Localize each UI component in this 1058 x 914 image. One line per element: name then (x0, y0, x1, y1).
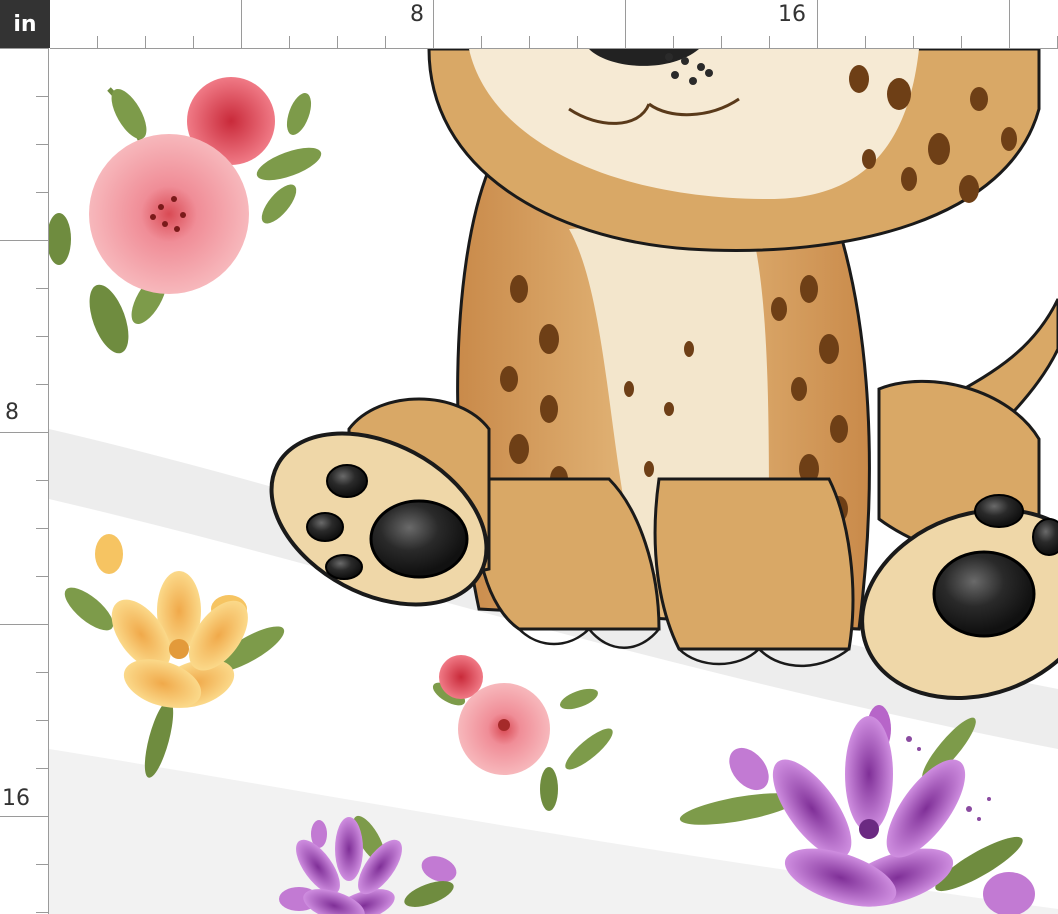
ruler-tick (36, 384, 48, 385)
ruler-tick (36, 768, 48, 769)
ruler-tick (481, 36, 482, 48)
ruler-tick (36, 864, 48, 865)
ruler-tick (0, 816, 48, 817)
ruler-tick (721, 36, 722, 48)
ruler-tick (241, 0, 242, 48)
ruler-tick (913, 36, 914, 48)
ruler-tick (673, 36, 674, 48)
ruler-tick (961, 36, 962, 48)
ruler-tick (97, 36, 98, 48)
ruler-tick (337, 36, 338, 48)
top-ruler: 8 16 (50, 0, 1058, 49)
ruler-tick (0, 432, 48, 433)
ruler-tick (529, 36, 530, 48)
ruler-tick (1009, 0, 1010, 48)
ruler-tick (385, 36, 386, 48)
fabric-artwork (49, 49, 1058, 914)
ruler-tick (577, 36, 578, 48)
ruler-tick (36, 192, 48, 193)
ruler-tick (36, 912, 48, 913)
ruler-tick (193, 36, 194, 48)
ruler-tick (769, 36, 770, 48)
left-ruler-label-16: 16 (2, 786, 30, 811)
top-ruler-label-16: 16 (778, 2, 806, 27)
unit-badge: in (0, 0, 50, 48)
ruler-tick (36, 96, 48, 97)
ruler-tick (145, 36, 146, 48)
ruler-tick (0, 48, 48, 49)
ruler-tick (625, 0, 626, 48)
ruler-tick (36, 336, 48, 337)
ruler-tick (36, 480, 48, 481)
top-ruler-label-8: 8 (410, 2, 424, 27)
ruler-tick (289, 36, 290, 48)
ruler-tick (36, 288, 48, 289)
left-ruler: 8 16 (0, 48, 49, 914)
ruler-tick (36, 528, 48, 529)
left-ruler-label-8: 8 (5, 400, 19, 425)
ruler-tick (817, 0, 818, 48)
ruler-tick (0, 240, 48, 241)
ruler-tick (0, 624, 48, 625)
ruler-tick (36, 576, 48, 577)
ruler-tick (36, 720, 48, 721)
ruler-tick (36, 672, 48, 673)
ruler-tick (36, 144, 48, 145)
ruler-tick (433, 0, 434, 48)
fabric-preview (49, 49, 1058, 914)
ruler-tick (865, 36, 866, 48)
